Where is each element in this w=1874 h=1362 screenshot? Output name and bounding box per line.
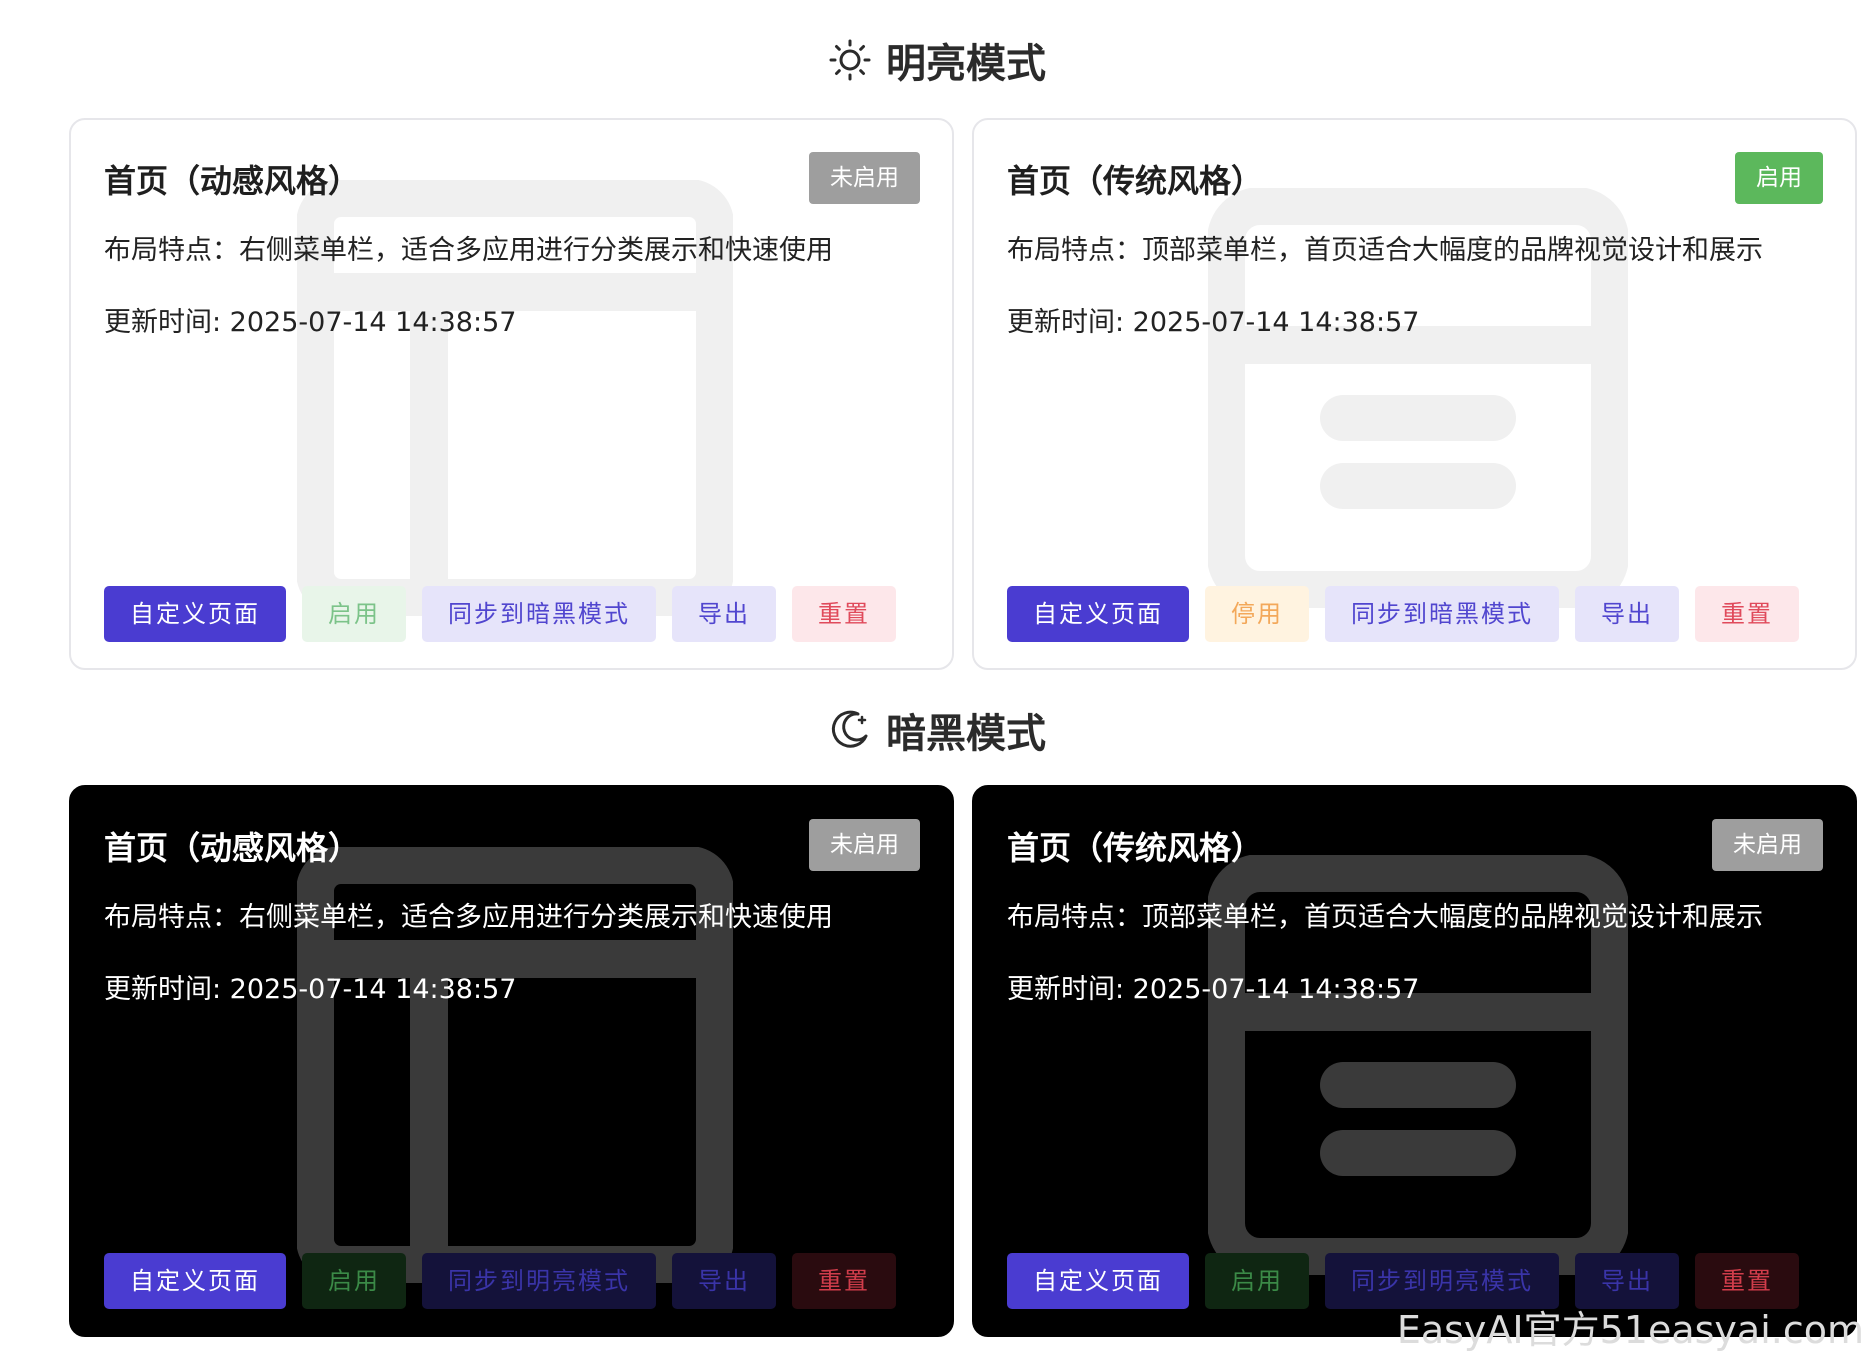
reset-button[interactable]: 重置 — [1695, 586, 1799, 642]
status-badge: 未启用 — [1712, 819, 1823, 871]
section-title-light: 明亮模式 — [0, 30, 1874, 90]
layout-description: 布局特点：右侧菜单栏，适合多应用进行分类展示和快速使用 — [104, 235, 833, 266]
enable-button[interactable]: 启用 — [302, 1253, 406, 1309]
theme-card-light-dynamic: 首页（动感风格） 未启用 布局特点：右侧菜单栏，适合多应用进行分类展示和快速使用… — [69, 118, 954, 670]
card-title: 首页（动感风格） — [104, 829, 361, 867]
card-actions: 自定义页面 启用 同步到明亮模式 导出 重置 — [104, 1253, 912, 1309]
disable-button[interactable]: 停用 — [1205, 586, 1309, 642]
section-title-text: 暗黑模式 — [886, 711, 1046, 757]
theme-card-dark-dynamic: 首页（动感风格） 未启用 布局特点：右侧菜单栏，适合多应用进行分类展示和快速使用… — [69, 785, 954, 1337]
card-actions: 自定义页面 启用 同步到暗黑模式 导出 重置 — [104, 586, 912, 642]
customize-page-button[interactable]: 自定义页面 — [104, 1253, 286, 1309]
updated-time: 更新时间: 2025-07-14 14:38:57 — [104, 974, 517, 1005]
export-button[interactable]: 导出 — [672, 1253, 776, 1309]
customize-page-button[interactable]: 自定义页面 — [1007, 1253, 1189, 1309]
sync-to-dark-button[interactable]: 同步到暗黑模式 — [422, 586, 656, 642]
reset-button[interactable]: 重置 — [792, 1253, 896, 1309]
updated-time: 更新时间: 2025-07-14 14:38:57 — [1007, 307, 1420, 338]
card-actions: 自定义页面 停用 同步到暗黑模式 导出 重置 — [1007, 586, 1815, 642]
status-badge: 启用 — [1735, 152, 1823, 204]
section-title-dark: 暗黑模式 — [0, 700, 1874, 760]
updated-time: 更新时间: 2025-07-14 14:38:57 — [104, 307, 517, 338]
moon-icon — [828, 708, 872, 752]
customize-page-button[interactable]: 自定义页面 — [1007, 586, 1189, 642]
site-watermark: EasyAI官方51easyai.com — [1396, 1308, 1864, 1352]
enable-button[interactable]: 启用 — [302, 586, 406, 642]
status-badge: 未启用 — [809, 152, 920, 204]
export-button[interactable]: 导出 — [672, 586, 776, 642]
section-title-text: 明亮模式 — [886, 41, 1046, 87]
status-badge: 未启用 — [809, 819, 920, 871]
card-title: 首页（传统风格） — [1007, 829, 1264, 867]
sync-to-light-button[interactable]: 同步到明亮模式 — [422, 1253, 656, 1309]
customize-page-button[interactable]: 自定义页面 — [104, 586, 286, 642]
export-button[interactable]: 导出 — [1575, 586, 1679, 642]
layout-description: 布局特点：右侧菜单栏，适合多应用进行分类展示和快速使用 — [104, 902, 833, 933]
updated-time: 更新时间: 2025-07-14 14:38:57 — [1007, 974, 1420, 1005]
card-title: 首页（传统风格） — [1007, 162, 1264, 200]
theme-card-dark-traditional: 首页（传统风格） 未启用 布局特点：顶部菜单栏，首页适合大幅度的品牌视觉设计和展… — [972, 785, 1857, 1337]
enable-button[interactable]: 启用 — [1205, 1253, 1309, 1309]
layout-description: 布局特点：顶部菜单栏，首页适合大幅度的品牌视觉设计和展示 — [1007, 902, 1763, 933]
card-title: 首页（动感风格） — [104, 162, 361, 200]
sync-to-dark-button[interactable]: 同步到暗黑模式 — [1325, 586, 1559, 642]
theme-card-light-traditional: 首页（传统风格） 启用 布局特点：顶部菜单栏，首页适合大幅度的品牌视觉设计和展示… — [972, 118, 1857, 670]
sun-icon — [828, 38, 872, 82]
layout-description: 布局特点：顶部菜单栏，首页适合大幅度的品牌视觉设计和展示 — [1007, 235, 1763, 266]
reset-button[interactable]: 重置 — [792, 586, 896, 642]
